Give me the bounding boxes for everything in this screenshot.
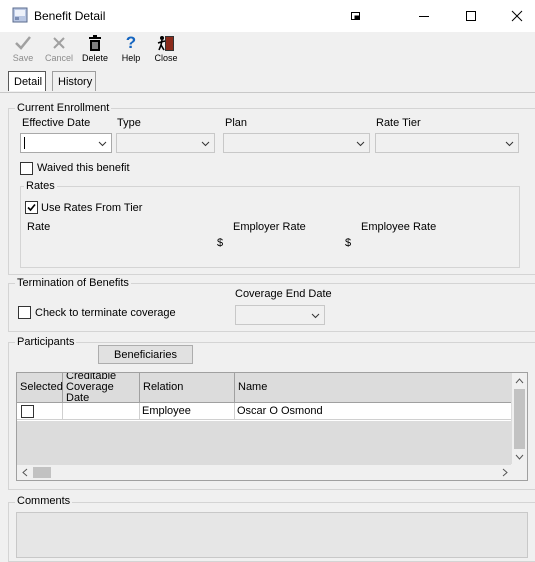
- column-header-name[interactable]: Name: [235, 373, 513, 403]
- scrollbar-corner: [511, 464, 527, 480]
- column-header-relation[interactable]: Relation: [140, 373, 235, 403]
- comments-legend: Comments: [15, 495, 73, 507]
- chevron-down-icon: [505, 141, 514, 147]
- chevron-down-icon: [356, 141, 365, 147]
- cancel-button[interactable]: Cancel: [42, 34, 76, 66]
- rates-legend: Rates: [24, 180, 57, 192]
- employer-rate-label: Employer Rate: [233, 221, 306, 233]
- close-window-button[interactable]: Close: [149, 34, 183, 66]
- scroll-up-icon[interactable]: [515, 377, 524, 384]
- rate-tier-select[interactable]: [375, 133, 519, 153]
- waived-label: Waived this benefit: [37, 162, 130, 174]
- column-header-creditable-coverage-date[interactable]: Creditable Coverage Date: [63, 373, 140, 404]
- vertical-scroll-thumb[interactable]: [514, 389, 525, 449]
- waived-checkbox[interactable]: [20, 162, 33, 175]
- plan-select[interactable]: [223, 133, 370, 153]
- use-rates-from-tier-label: Use Rates From Tier: [41, 202, 143, 214]
- current-enrollment-legend: Current Enrollment: [15, 102, 112, 114]
- table-row-creditable-date-cell[interactable]: [63, 403, 140, 420]
- horizontal-scroll-thumb[interactable]: [33, 467, 51, 478]
- rate-label: Rate: [27, 221, 51, 233]
- tab-detail[interactable]: Detail: [8, 71, 46, 91]
- plan-label: Plan: [225, 117, 248, 129]
- use-rates-from-tier-checkbox[interactable]: [25, 201, 38, 214]
- table-row-name-cell[interactable]: Oscar O Osmond: [235, 403, 513, 420]
- help-label: Help: [121, 53, 141, 63]
- chevron-down-icon: [201, 141, 210, 147]
- close-label: Close: [154, 53, 178, 63]
- terminate-coverage-label: Check to terminate coverage: [35, 307, 176, 319]
- app-icon: [12, 7, 28, 23]
- save-label: Save: [12, 53, 34, 63]
- tab-history-label: History: [58, 75, 93, 88]
- text-cursor: [24, 137, 25, 149]
- scroll-down-icon[interactable]: [515, 454, 524, 461]
- save-button[interactable]: Save: [6, 34, 40, 66]
- scroll-left-icon[interactable]: [21, 468, 28, 477]
- type-select[interactable]: [116, 133, 215, 153]
- checkmark-icon: [14, 34, 32, 52]
- beneficiaries-button-label: Beneficiaries: [114, 348, 177, 361]
- cancel-label: Cancel: [44, 53, 73, 63]
- delete-label: Delete: [81, 53, 108, 63]
- grid-empty-area: [17, 421, 513, 465]
- close-icon[interactable]: [507, 6, 527, 26]
- termination-legend: Termination of Benefits: [15, 277, 131, 289]
- table-row-relation-cell[interactable]: Employee: [140, 403, 235, 420]
- question-icon: ?: [125, 33, 137, 52]
- employer-rate-currency: $: [217, 237, 224, 249]
- beneficiaries-button[interactable]: Beneficiaries: [98, 345, 193, 364]
- employee-rate-currency: $: [345, 237, 352, 249]
- tab-divider: [0, 92, 535, 93]
- scroll-right-icon[interactable]: [502, 468, 509, 477]
- maximize-icon[interactable]: [461, 6, 481, 26]
- coverage-end-date-label: Coverage End Date: [235, 288, 332, 300]
- terminate-coverage-checkbox[interactable]: [18, 306, 31, 319]
- effective-date-label: Effective Date: [22, 117, 91, 129]
- trash-icon: [88, 34, 102, 52]
- window-title: Benefit Detail: [34, 9, 106, 23]
- minimize-icon[interactable]: [414, 6, 434, 26]
- checkmark-icon: [27, 203, 36, 212]
- rate-tier-label: Rate Tier: [376, 117, 421, 129]
- vertical-scrollbar[interactable]: [511, 373, 527, 465]
- tab-history[interactable]: History: [52, 71, 96, 91]
- tab-detail-label: Detail: [14, 75, 43, 88]
- type-label: Type: [117, 117, 141, 129]
- coverage-end-date-field[interactable]: [235, 305, 325, 325]
- restore-icon[interactable]: [346, 6, 366, 26]
- exit-door-icon: [157, 34, 175, 52]
- help-button[interactable]: ? Help: [114, 33, 148, 66]
- row-select-checkbox[interactable]: [21, 404, 34, 418]
- participants-grid: Selected Creditable Coverage Date Relati…: [16, 372, 528, 481]
- horizontal-scrollbar[interactable]: [17, 464, 513, 480]
- employee-rate-label: Employee Rate: [361, 221, 437, 233]
- delete-button[interactable]: Delete: [78, 34, 112, 66]
- participants-legend: Participants: [15, 336, 77, 348]
- chevron-down-icon: [311, 313, 320, 319]
- table-row-selected-cell[interactable]: [17, 403, 63, 420]
- chevron-down-icon: [98, 141, 107, 147]
- x-icon: [51, 34, 67, 52]
- comments-textarea[interactable]: [16, 512, 528, 558]
- effective-date-field[interactable]: [20, 133, 112, 153]
- column-header-selected[interactable]: Selected: [17, 373, 63, 403]
- title-bar: Benefit Detail: [0, 0, 535, 32]
